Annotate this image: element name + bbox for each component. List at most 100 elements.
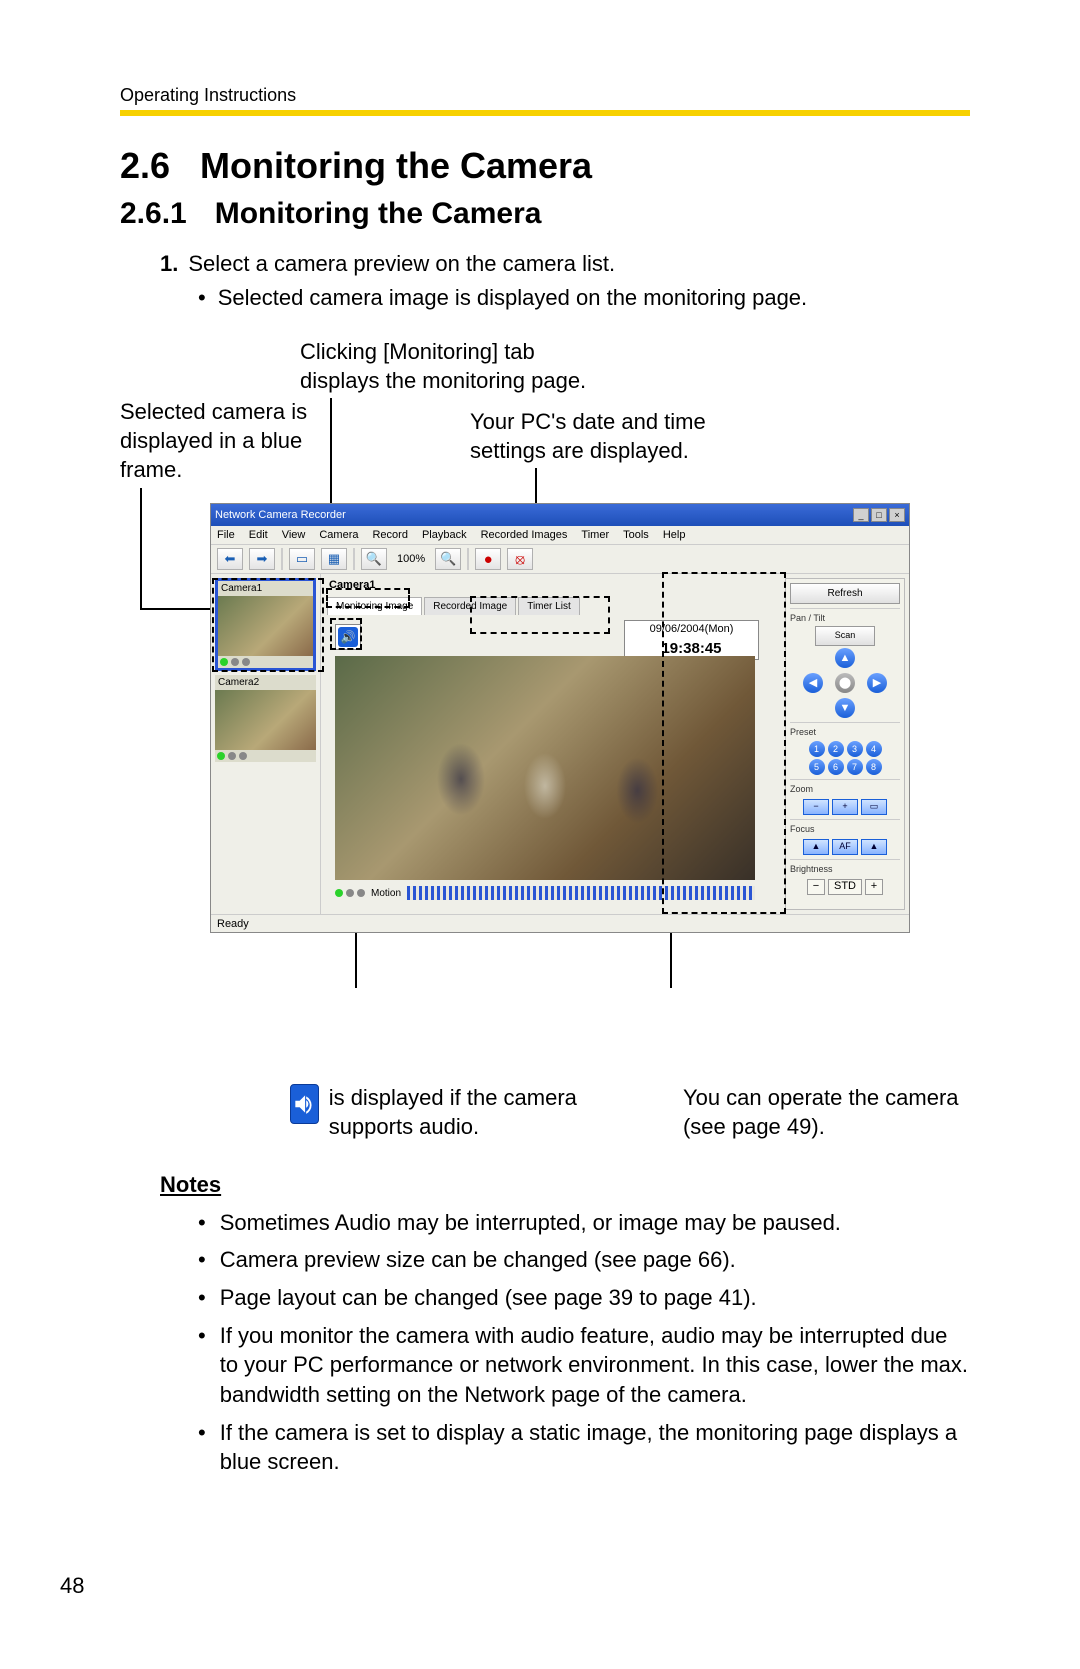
tab-monitoring-image[interactable]: Monitoring Image [327, 597, 422, 615]
window-titlebar[interactable]: Network Camera Recorder _ □ × [211, 504, 909, 526]
brightness-down-button[interactable]: − [807, 879, 825, 895]
menu-playback[interactable]: Playback [422, 528, 467, 542]
focus-far-button[interactable]: ▲ [861, 839, 887, 855]
preset-button[interactable]: 5 [809, 759, 825, 775]
monitoring-area: 🔊 09/06/2004(Mon) 19:38:45 Motion [331, 620, 759, 906]
preset-button[interactable]: 7 [847, 759, 863, 775]
motion-label: Motion [371, 887, 401, 900]
bullet-icon [198, 1418, 206, 1477]
notes-list: Sometimes Audio may be interrupted, or i… [120, 1208, 970, 1478]
stop-record-button[interactable]: ⦻ [507, 548, 533, 570]
zoom-out-button[interactable]: − [803, 799, 829, 815]
pantilt-label: Pan / Tilt [790, 612, 900, 626]
brightness-std-button[interactable]: STD [828, 879, 862, 895]
autofocus-button[interactable]: AF [832, 839, 858, 855]
note-text: If the camera is set to display a static… [220, 1418, 970, 1477]
toolbar: ⬅ ➡ ▭ ▦ 🔍 100% 🔍 ● ⦻ [211, 544, 909, 574]
callout-selected-camera: Selected camera is displayed in a blue f… [120, 398, 330, 484]
toolbar-separator [353, 548, 355, 570]
menu-timer[interactable]: Timer [581, 528, 609, 542]
menu-view[interactable]: View [282, 528, 306, 542]
datetime-display: 09/06/2004(Mon) 19:38:45 [624, 620, 759, 660]
camera-thumbnail [218, 596, 313, 656]
callout-line [140, 488, 142, 608]
status-text: Ready [217, 918, 249, 930]
menu-edit[interactable]: Edit [249, 528, 268, 542]
bullet-icon [198, 1245, 206, 1275]
pan-left-button[interactable]: ◀ [803, 673, 823, 693]
bullet-icon [198, 1283, 206, 1313]
tilt-down-button[interactable]: ▼ [835, 698, 855, 718]
note-text: Sometimes Audio may be interrupted, or i… [220, 1208, 841, 1238]
brightness-up-button[interactable]: + [865, 879, 883, 895]
camera-status-dots [215, 750, 316, 762]
focus-near-button[interactable]: ▲ [803, 839, 829, 855]
lower-callouts: is displayed if the camera supports audi… [120, 1084, 970, 1141]
menu-tools[interactable]: Tools [623, 528, 649, 542]
tab-timer-list[interactable]: Timer List [518, 597, 580, 615]
callout-monitoring-tab: Clicking [Monitoring] tab displays the m… [300, 338, 620, 395]
notes-heading: Notes [120, 1172, 970, 1198]
camera-list-pane: Camera1 Camera2 [211, 574, 321, 914]
preset-button[interactable]: 6 [828, 759, 844, 775]
toolbar-separator [281, 548, 283, 570]
refresh-button[interactable]: Refresh [790, 583, 900, 604]
note-text: Page layout can be changed (see page 39 … [220, 1283, 757, 1313]
pan-right-button[interactable]: ▶ [867, 673, 887, 693]
preset-button[interactable]: 4 [866, 741, 882, 757]
callout-operate: You can operate the camera (see page 49)… [683, 1084, 970, 1141]
motion-bar: Motion [335, 884, 755, 902]
audio-icon[interactable]: 🔊 [335, 624, 361, 650]
step-number: 1. [160, 249, 178, 279]
scan-button[interactable]: Scan [815, 626, 875, 646]
minimize-button[interactable]: _ [853, 508, 869, 522]
header-divider [120, 110, 970, 116]
menu-file[interactable]: File [217, 528, 235, 542]
bullet-icon [198, 1321, 206, 1410]
subsection-title: Monitoring the Camera [215, 197, 542, 231]
menu-help[interactable]: Help [663, 528, 686, 542]
preset-button[interactable]: 8 [866, 759, 882, 775]
camera-status-dots [218, 656, 313, 668]
callout-datetime: Your PC's date and time settings are dis… [470, 408, 770, 465]
zoom-in-button[interactable]: 🔍 [435, 548, 461, 570]
center-button[interactable]: ⬤ [835, 673, 855, 693]
window-title: Network Camera Recorder [215, 508, 346, 522]
layout-1-button[interactable]: ▭ [289, 548, 315, 570]
zoom-reset-button[interactable]: ▭ [861, 799, 887, 815]
maximize-button[interactable]: □ [871, 508, 887, 522]
camera-item-label: Camera1 [218, 581, 313, 596]
record-button[interactable]: ● [475, 548, 501, 570]
toolbar-separator [467, 548, 469, 570]
callout-audio: is displayed if the camera supports audi… [329, 1084, 613, 1141]
camera-item-label: Camera2 [215, 675, 316, 690]
preset-button[interactable]: 2 [828, 741, 844, 757]
page-number: 48 [60, 1573, 84, 1599]
figure-area: Clicking [Monitoring] tab displays the m… [120, 338, 970, 1038]
menu-camera[interactable]: Camera [319, 528, 358, 542]
menu-recorded-images[interactable]: Recorded Images [481, 528, 568, 542]
zoom-in-button[interactable]: + [832, 799, 858, 815]
motion-stripes [407, 886, 755, 900]
statusbar: Ready [211, 914, 909, 932]
camera-list-item[interactable]: Camera1 [215, 578, 316, 671]
back-button[interactable]: ⬅ [217, 548, 243, 570]
camera-thumbnail [215, 690, 316, 750]
preset-button[interactable]: 3 [847, 741, 863, 757]
section-number: 2.6 [120, 145, 170, 187]
forward-button[interactable]: ➡ [249, 548, 275, 570]
zoom-label: 100% [393, 552, 429, 566]
control-panel: Refresh Pan / Tilt Scan ▲ ▼ ◀ ▶ ⬤ [785, 578, 905, 910]
close-button[interactable]: × [889, 508, 905, 522]
focus-label: Focus [790, 823, 900, 837]
tab-recorded-image[interactable]: Recorded Image [424, 597, 516, 615]
tilt-up-button[interactable]: ▲ [835, 648, 855, 668]
zoom-label: Zoom [790, 783, 900, 797]
layout-2-button[interactable]: ▦ [321, 548, 347, 570]
menu-record[interactable]: Record [372, 528, 407, 542]
zoom-out-button[interactable]: 🔍 [361, 548, 387, 570]
preset-button[interactable]: 1 [809, 741, 825, 757]
live-image [335, 656, 755, 880]
camera-list-item[interactable]: Camera2 [215, 675, 316, 762]
subsection-heading: 2.6.1 Monitoring the Camera [120, 197, 970, 231]
